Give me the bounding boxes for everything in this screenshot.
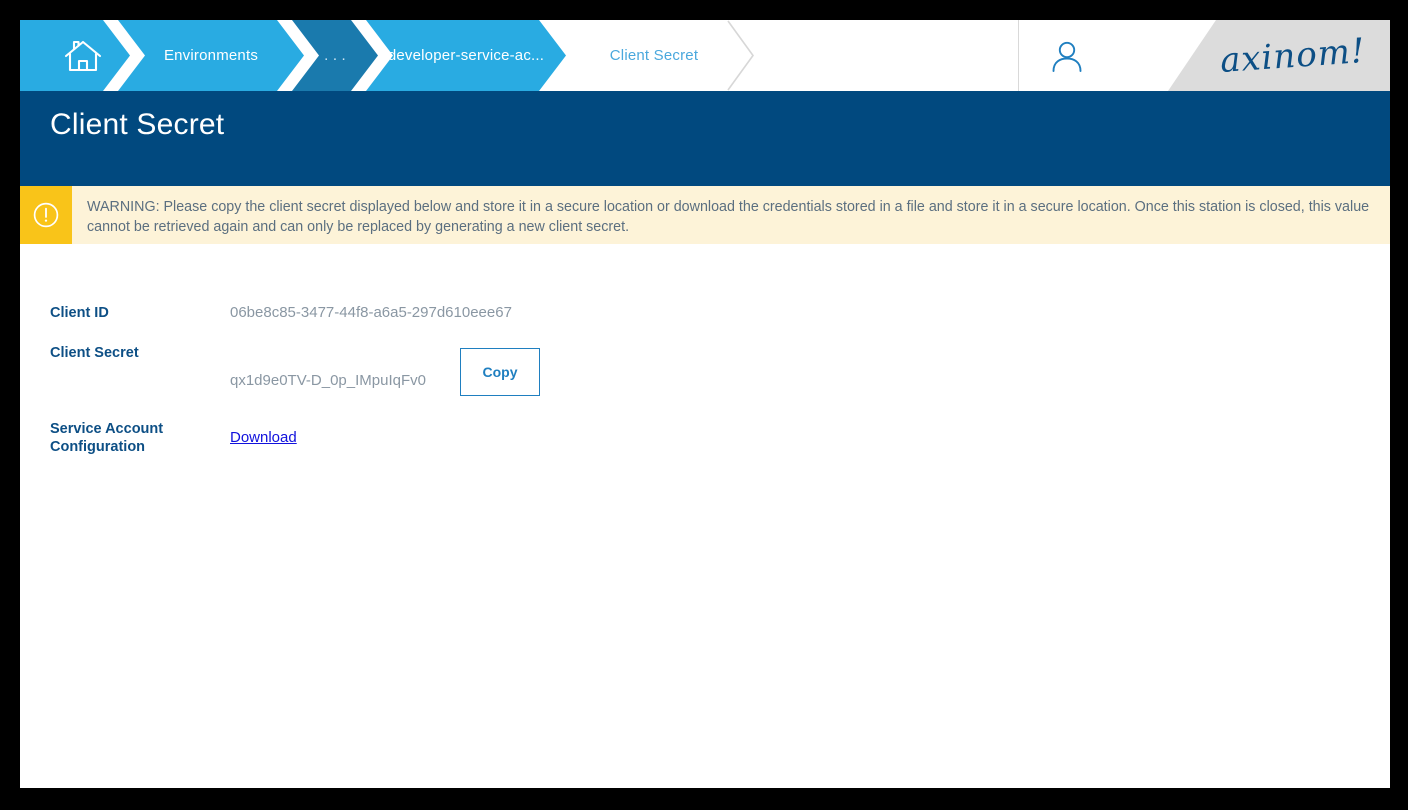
breadcrumb-item-label: . . . bbox=[324, 47, 346, 64]
page-title: Client Secret bbox=[50, 108, 225, 141]
breadcrumb-item-label: developer-service-ac... bbox=[387, 47, 545, 64]
breadcrumb: Environments . . . developer-service-ac.… bbox=[20, 20, 1390, 91]
download-link[interactable]: Download bbox=[230, 429, 297, 446]
client-id-label: Client ID bbox=[50, 305, 109, 321]
warning-banner: WARNING: Please copy the client secret d… bbox=[20, 186, 1390, 244]
breadcrumb-item-label: Client Secret bbox=[609, 47, 699, 64]
client-secret-label: Client Secret bbox=[50, 345, 139, 361]
alert-circle-icon bbox=[20, 186, 72, 244]
client-secret-form: Client ID 06be8c85-3477-44f8-a6a5-297d61… bbox=[20, 244, 1390, 768]
page-title-bar: Client Secret bbox=[20, 91, 1390, 186]
breadcrumb-item-environments[interactable]: Environments bbox=[118, 20, 304, 91]
service-account-configuration-label: Service Account Configuration bbox=[50, 421, 164, 455]
header-right-area: axinom! bbox=[1018, 20, 1390, 91]
client-id-value: 06be8c85-3477-44f8-a6a5-297d610eee67 bbox=[230, 304, 512, 321]
breadcrumb-item-label: Environments bbox=[163, 47, 259, 64]
header-divider bbox=[1018, 20, 1019, 91]
breadcrumb-item-service-account[interactable]: developer-service-ac... bbox=[366, 20, 566, 91]
axinom-logo: axinom! bbox=[1219, 30, 1368, 81]
copy-button[interactable]: Copy bbox=[460, 348, 540, 396]
client-secret-value: qx1d9e0TV-D_0p_IMpuIqFv0 bbox=[230, 372, 426, 389]
logo-panel: axinom! bbox=[1168, 20, 1390, 91]
warning-message: WARNING: Please copy the client secret d… bbox=[87, 199, 1370, 235]
application-window: Environments . . . developer-service-ac.… bbox=[20, 20, 1390, 788]
home-icon[interactable] bbox=[60, 38, 106, 74]
user-account-icon[interactable] bbox=[1048, 38, 1086, 76]
breadcrumb-item-client-secret[interactable]: Client Secret bbox=[554, 20, 754, 91]
